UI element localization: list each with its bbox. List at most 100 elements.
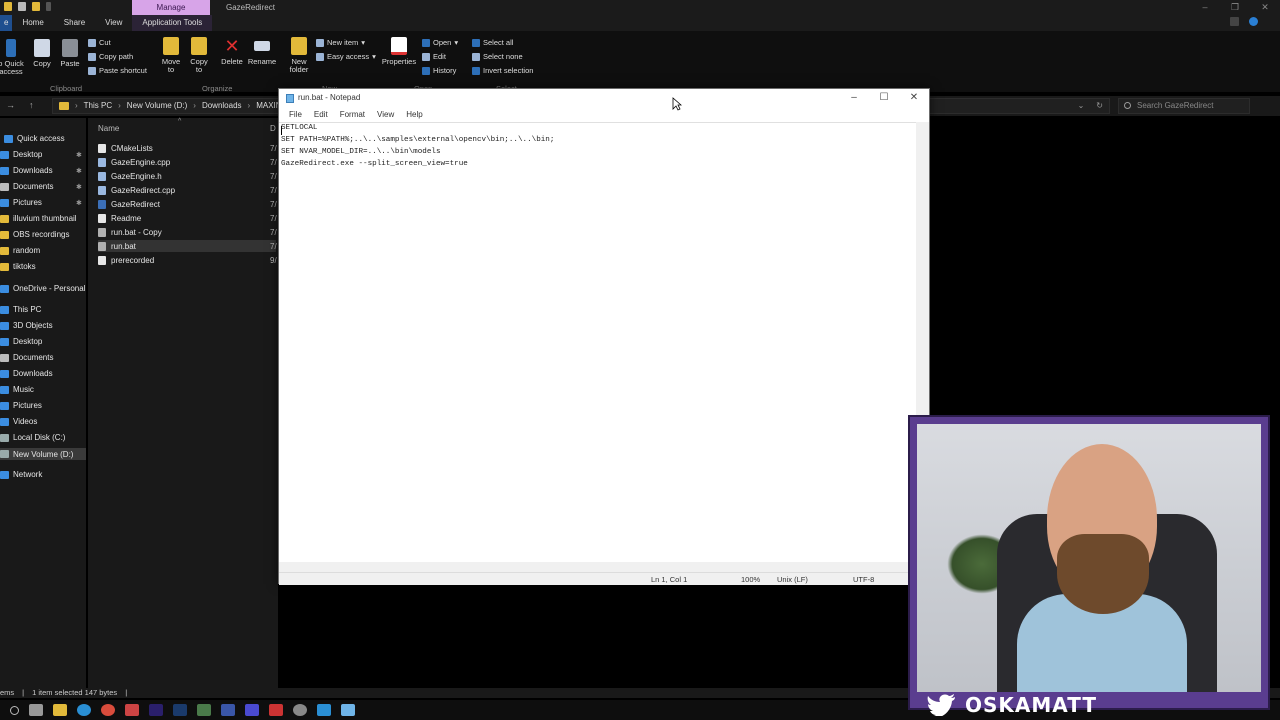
restore-icon[interactable]: ❐ xyxy=(1220,0,1250,15)
refresh-icon[interactable]: ↻ xyxy=(1096,99,1103,113)
chevron-up-icon[interactable] xyxy=(1230,17,1239,26)
new-folder-icon[interactable] xyxy=(32,2,40,11)
nav-illuvium-thumbnail[interactable]: illuvium thumbnail xyxy=(0,214,77,223)
edge-icon[interactable] xyxy=(77,704,91,716)
nav-new-volume-d[interactable]: New Volume (D:) xyxy=(0,448,86,460)
select-all-button[interactable]: Select all xyxy=(472,38,513,47)
copy-to-button[interactable]: Copy to xyxy=(188,37,210,74)
notepad-titlebar[interactable]: run.bat - Notepad – ☐ ✕ xyxy=(279,89,929,107)
copy-button[interactable]: Copy xyxy=(33,39,51,68)
nav-downloads[interactable]: Downloads ✱ xyxy=(0,166,82,175)
paste-button[interactable]: Paste xyxy=(60,39,80,68)
nav-network[interactable]: Network xyxy=(0,470,42,479)
properties-button[interactable]: Properties xyxy=(382,37,416,66)
app-icon[interactable] xyxy=(245,704,259,716)
nav-local-disk-c[interactable]: Local Disk (C:) xyxy=(0,433,65,442)
notepad-text-area[interactable]: SETLOCAL SET PATH=%PATH%;..\..\samples\e… xyxy=(279,122,917,562)
minimize-icon[interactable]: – xyxy=(1190,0,1220,15)
nav-onedrive[interactable]: OneDrive - Personal xyxy=(0,284,85,293)
app-icon[interactable] xyxy=(125,704,139,716)
tab-share[interactable]: Share xyxy=(54,15,95,31)
menu-edit[interactable]: Edit xyxy=(308,108,334,122)
nav-documents[interactable]: Documents ✱ xyxy=(0,182,82,191)
new-item-button[interactable]: New item ▾ xyxy=(316,38,365,47)
file-row[interactable]: run.bat - Copy 7/ xyxy=(98,226,277,238)
column-header-name[interactable]: Name xyxy=(98,124,119,133)
breadcrumb-this-pc[interactable]: This PC xyxy=(84,99,112,113)
notepad-icon[interactable] xyxy=(341,704,355,716)
task-view-icon[interactable] xyxy=(29,704,43,716)
app-icon[interactable] xyxy=(221,704,235,716)
cut-button[interactable]: Cut xyxy=(88,38,111,47)
close-icon[interactable]: ✕ xyxy=(899,89,929,107)
menu-file[interactable]: File xyxy=(283,108,308,122)
close-icon[interactable]: ✕ xyxy=(1250,0,1280,15)
tab-manage[interactable]: Manage xyxy=(132,0,210,15)
new-folder-button[interactable]: New folder xyxy=(288,37,310,74)
nav-desktop[interactable]: Desktop ✱ xyxy=(0,150,82,159)
up-arrow-icon[interactable]: ↑ xyxy=(29,100,34,110)
file-row[interactable]: GazeRedirect 7/ xyxy=(98,198,277,210)
rename-button[interactable]: Rename xyxy=(248,37,276,66)
file-row[interactable]: run.bat 7/ xyxy=(98,240,277,252)
nav-3d-objects[interactable]: 3D Objects xyxy=(0,321,53,330)
file-row[interactable]: prerecorded 9/ xyxy=(98,254,277,266)
paste-shortcut-button[interactable]: Paste shortcut xyxy=(88,66,147,75)
file-row[interactable]: GazeEngine.cpp 7/ xyxy=(98,156,277,168)
select-none-button[interactable]: Select none xyxy=(472,52,523,61)
chevron-down-icon[interactable] xyxy=(46,2,51,11)
forward-arrow-icon[interactable]: → xyxy=(6,100,15,110)
photoshop-icon[interactable] xyxy=(173,704,187,716)
tab-home[interactable]: Home xyxy=(12,15,53,31)
obs-icon[interactable] xyxy=(269,704,283,716)
easy-access-button[interactable]: Easy access ▾ xyxy=(316,52,376,61)
nav-obs-recordings[interactable]: OBS recordings xyxy=(0,230,69,239)
app-icon[interactable] xyxy=(197,704,211,716)
nav-random[interactable]: random xyxy=(0,246,40,255)
minimize-icon[interactable]: – xyxy=(839,89,869,107)
app-icon[interactable] xyxy=(317,704,331,716)
app-icon[interactable] xyxy=(293,704,307,716)
menu-format[interactable]: Format xyxy=(334,108,371,122)
file-row[interactable]: CMakeLists 7/ xyxy=(98,142,277,154)
nav-tiktoks[interactable]: tiktoks xyxy=(0,262,36,271)
tab-file[interactable]: e xyxy=(0,15,13,31)
file-row[interactable]: GazeEngine.h 7/ xyxy=(98,170,277,182)
column-header-date[interactable]: D xyxy=(270,124,276,133)
file-explorer-icon[interactable] xyxy=(53,704,67,716)
nav-videos[interactable]: Videos xyxy=(0,417,37,426)
help-icon[interactable] xyxy=(1249,17,1258,26)
nav-this-pc[interactable]: This PC xyxy=(0,305,41,314)
nav-pc-desktop[interactable]: Desktop xyxy=(0,337,42,346)
search-icon[interactable] xyxy=(10,705,19,715)
chrome-icon[interactable] xyxy=(101,704,115,716)
copy-path-button[interactable]: Copy path xyxy=(88,52,133,61)
nav-music[interactable]: Music xyxy=(0,385,34,394)
nav-quick-access[interactable]: Quick access xyxy=(4,134,65,143)
menu-help[interactable]: Help xyxy=(400,108,428,122)
invert-selection-button[interactable]: Invert selection xyxy=(472,66,533,75)
nav-pictures[interactable]: Pictures ✱ xyxy=(0,198,82,207)
folder-icon[interactable] xyxy=(4,2,12,11)
tab-view[interactable]: View xyxy=(95,15,132,31)
horizontal-scrollbar[interactable] xyxy=(279,562,917,572)
pin-quick-access-button[interactable]: o Quick access xyxy=(0,39,28,76)
nav-pc-documents[interactable]: Documents xyxy=(0,353,53,362)
tab-application-tools[interactable]: Application Tools xyxy=(132,15,213,31)
nav-pc-downloads[interactable]: Downloads xyxy=(0,369,53,378)
history-button[interactable]: History xyxy=(422,66,456,75)
open-button[interactable]: Open ▾ xyxy=(422,38,458,47)
edit-button[interactable]: Edit xyxy=(422,52,446,61)
search-input[interactable]: Search GazeRedirect xyxy=(1118,98,1250,114)
nav-pc-pictures[interactable]: Pictures xyxy=(0,401,42,410)
menu-view[interactable]: View xyxy=(371,108,400,122)
file-row[interactable]: Readme 7/ xyxy=(98,212,277,224)
premiere-icon[interactable] xyxy=(149,704,163,716)
chevron-down-icon[interactable]: ⌄ xyxy=(1078,99,1085,113)
maximize-icon[interactable]: ☐ xyxy=(869,89,899,107)
properties-icon[interactable] xyxy=(18,2,26,11)
breadcrumb-downloads[interactable]: Downloads xyxy=(202,99,242,113)
delete-button[interactable]: ✕ Delete xyxy=(220,37,244,66)
file-row[interactable]: GazeRedirect.cpp 7/ xyxy=(98,184,277,196)
breadcrumb-new-volume[interactable]: New Volume (D:) xyxy=(127,99,187,113)
